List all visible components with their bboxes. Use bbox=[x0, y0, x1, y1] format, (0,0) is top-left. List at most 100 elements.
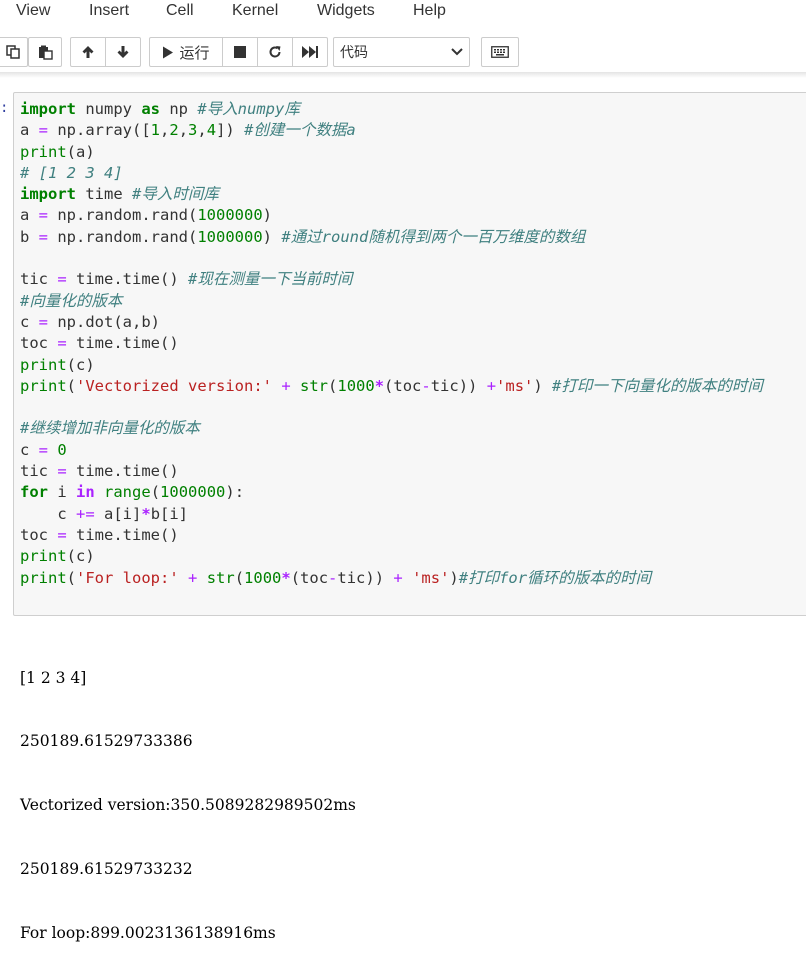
code-token: , bbox=[160, 121, 170, 140]
move-cell-up-button[interactable] bbox=[70, 37, 106, 67]
cell-type-select[interactable]: 代码 bbox=[333, 37, 470, 67]
code-token: ( bbox=[66, 376, 77, 395]
code-token: b bbox=[20, 227, 39, 246]
menu-kernel[interactable]: Kernel bbox=[232, 0, 278, 22]
code-token: = bbox=[57, 270, 67, 289]
output-line: 250189.61529733386 bbox=[20, 732, 193, 751]
code-comment: #导入时间库 bbox=[132, 185, 219, 204]
code-token: + bbox=[188, 568, 198, 587]
code-token: 1000 bbox=[244, 568, 282, 587]
code-token: np bbox=[160, 100, 198, 118]
run-label: 运行 bbox=[179, 44, 210, 62]
menu-insert[interactable]: Insert bbox=[89, 0, 129, 22]
code-token: as bbox=[141, 100, 160, 118]
cell-type-value: 代码 bbox=[340, 44, 368, 60]
command-palette-button[interactable] bbox=[481, 37, 519, 67]
code-token: i bbox=[48, 483, 76, 502]
code-token: 'ms' bbox=[496, 376, 534, 395]
menu-widgets[interactable]: Widgets bbox=[317, 0, 375, 22]
chevron-down-icon bbox=[451, 38, 463, 66]
code-token: * bbox=[281, 568, 291, 587]
run-button[interactable]: 运行 bbox=[149, 37, 223, 67]
code-token: 0 bbox=[57, 440, 67, 459]
code-token: (c) bbox=[66, 355, 95, 374]
code-token: = bbox=[38, 206, 49, 225]
code-token: import bbox=[20, 100, 76, 118]
code-token: a bbox=[20, 121, 39, 140]
code-token: = bbox=[57, 462, 67, 481]
toolbar-divider bbox=[0, 72, 806, 78]
code-line: b = np.random.rand(1000000) #通过round随机得到… bbox=[20, 227, 763, 248]
code-comment: #导入numpy库 bbox=[197, 100, 300, 118]
restart-kernel-button[interactable] bbox=[257, 37, 293, 67]
move-cell-down-button[interactable] bbox=[105, 37, 141, 67]
code-line: #继续增加非向量化的版本 bbox=[20, 418, 763, 439]
code-token: 1000000 bbox=[197, 206, 263, 225]
code-token: + bbox=[281, 376, 291, 395]
code-token: time.time() bbox=[66, 462, 179, 481]
code-line: import time #导入时间库 bbox=[20, 184, 763, 205]
code-line: #向量化的版本 bbox=[20, 291, 763, 312]
code-line: print('For loop:' + str(1000*(toc-tic)) … bbox=[20, 568, 763, 589]
code-token: ) bbox=[262, 227, 282, 246]
paste-icon bbox=[38, 45, 53, 60]
code-token: np.random.rand( bbox=[48, 227, 198, 246]
code-token: tic)) bbox=[337, 568, 394, 587]
code-token: ) bbox=[262, 206, 272, 225]
code-token: numpy bbox=[76, 100, 142, 118]
code-comment: #现在测量一下当前时间 bbox=[188, 270, 353, 289]
code-line: print(c) bbox=[20, 355, 763, 376]
menu-view[interactable]: View bbox=[16, 0, 50, 22]
code-editor[interactable]: import numpy as np #导入numpy库 a = np.array… bbox=[20, 99, 763, 589]
code-comment: #打印一下向量化的版本的时间 bbox=[552, 376, 763, 395]
fast-forward-icon bbox=[302, 46, 318, 58]
code-line: a = np.array([1,2,3,4]) #创建一个数据a bbox=[20, 120, 763, 141]
restart-run-all-button[interactable] bbox=[292, 37, 328, 67]
menu-help[interactable]: Help bbox=[413, 0, 446, 22]
menu-cell[interactable]: Cell bbox=[166, 0, 194, 22]
code-token: = bbox=[57, 334, 67, 353]
code-token: np.random.rand( bbox=[48, 206, 198, 225]
code-comment: #继续增加非向量化的版本 bbox=[20, 419, 200, 438]
code-token: = bbox=[38, 440, 49, 459]
input-prompt: : bbox=[0, 100, 9, 116]
code-token: = bbox=[38, 227, 49, 246]
code-token: ) bbox=[533, 376, 553, 395]
code-token: c bbox=[20, 440, 39, 459]
code-token: import bbox=[20, 185, 76, 204]
code-token: ( bbox=[234, 568, 245, 587]
code-token: 'For loop:' bbox=[76, 568, 179, 587]
code-token: 3 bbox=[188, 121, 198, 140]
code-token: a[i] bbox=[94, 504, 142, 523]
code-token: 2 bbox=[169, 121, 179, 140]
code-token: np.array([ bbox=[48, 121, 151, 140]
code-token: print bbox=[20, 355, 67, 374]
code-token: tic bbox=[20, 462, 58, 481]
paste-cell-button[interactable] bbox=[28, 37, 62, 67]
code-token: print bbox=[20, 547, 67, 566]
interrupt-kernel-button[interactable] bbox=[222, 37, 258, 67]
code-token: = bbox=[57, 525, 67, 544]
code-line: c = 0 bbox=[20, 440, 763, 461]
code-line: print(a) bbox=[20, 142, 763, 163]
copy-cell-button[interactable] bbox=[0, 37, 28, 67]
code-token: = bbox=[38, 121, 49, 140]
copy-icon bbox=[6, 45, 20, 59]
code-token: c bbox=[20, 312, 39, 331]
code-token: in bbox=[76, 483, 95, 502]
code-token: * bbox=[141, 504, 151, 523]
code-token: ( bbox=[328, 376, 338, 395]
code-token: - bbox=[421, 376, 431, 395]
code-token: print bbox=[20, 142, 67, 161]
code-token: , bbox=[178, 121, 189, 140]
code-token: 1000 bbox=[337, 376, 375, 395]
code-token: time.time() bbox=[66, 525, 179, 544]
run-icon bbox=[163, 46, 174, 58]
output-line: Vectorized version:350.5089282989502ms bbox=[20, 796, 356, 815]
